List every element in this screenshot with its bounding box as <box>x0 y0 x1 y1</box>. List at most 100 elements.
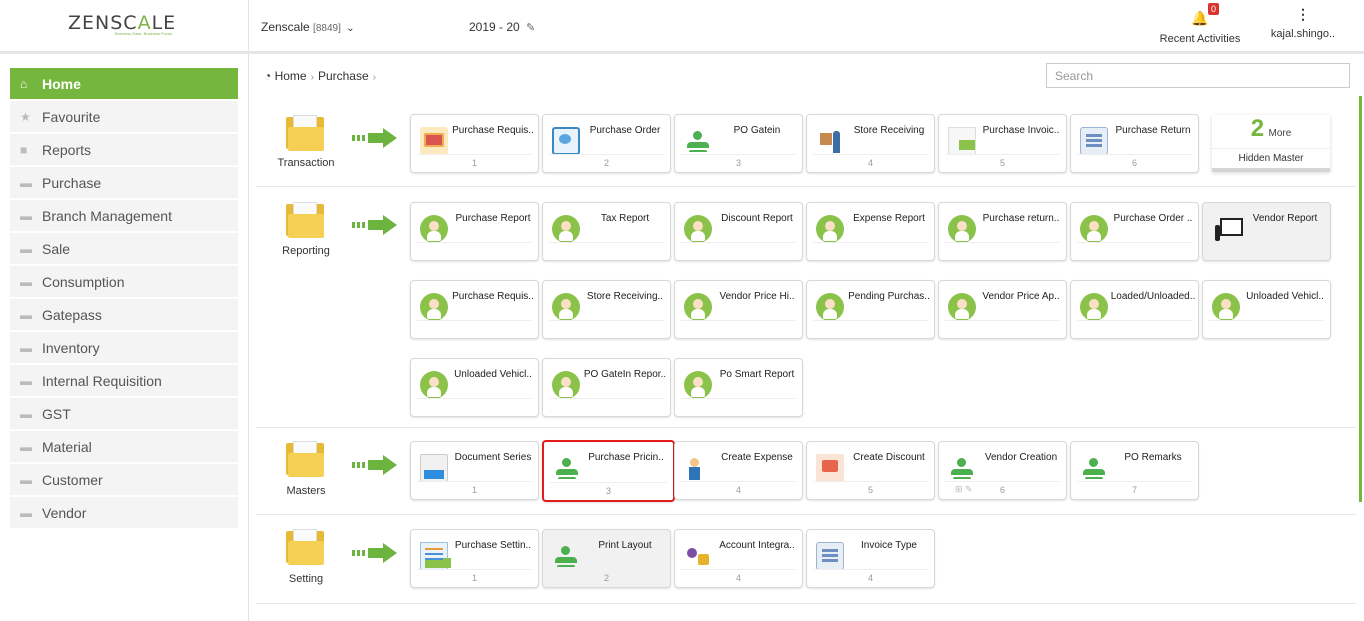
sidebar-item-gatepass[interactable]: ▬ Gatepass <box>10 299 238 331</box>
folder-icon: ▬ <box>20 341 32 355</box>
tile-store-receiving-report[interactable]: Store Receiving.. <box>542 280 671 339</box>
tile-label: Document Series <box>454 452 532 463</box>
sidebar-item-inventory[interactable]: ▬ Inventory <box>10 332 238 364</box>
delivery-icon <box>816 127 844 155</box>
tile-label: Account Integra.. <box>719 540 795 551</box>
sidebar-item-purchase[interactable]: ▬ Purchase <box>10 167 238 199</box>
tile-number: 3 <box>735 158 741 168</box>
section-reporting: Reporting Purchase Report Tax Report Dis… <box>256 188 1356 428</box>
file-icon: ■ <box>20 143 28 157</box>
tile-invoice-type[interactable]: Invoice Type 4 <box>806 529 935 588</box>
sidebar-item-internal-requisition[interactable]: ▬ Internal Requisition <box>10 365 238 397</box>
tile-pending-purchase[interactable]: Pending Purchas.. <box>806 280 935 339</box>
tile-label: Vendor Price Hi.. <box>719 291 795 302</box>
folder-icon: ▬ <box>20 374 32 388</box>
tile-vendor-price-approval[interactable]: Vendor Price Ap.. <box>938 280 1067 339</box>
tile-number: 4 <box>735 485 741 495</box>
scroll-indicator[interactable] <box>1359 96 1362 502</box>
tile-create-discount[interactable]: Create Discount 5 <box>806 441 935 500</box>
tile-create-expense[interactable]: Create Expense 4 <box>674 441 803 500</box>
sidebar-item-home[interactable]: ⌂ Home <box>10 68 238 100</box>
section-transaction: Transaction Purchase Requis.. 1 Purchase … <box>256 103 1356 187</box>
folder-icon: ▬ <box>20 440 32 454</box>
tile-po-gatein[interactable]: PO Gatein 3 <box>674 114 803 173</box>
tile-vendor-creation[interactable]: Vendor Creation ⊞ ✎ 6 <box>938 441 1067 500</box>
tile-po-gatein-report[interactable]: PO GateIn Repor.. <box>542 358 671 417</box>
tile-label: PO Gatein <box>733 125 781 136</box>
tile-label: Purchase Pricin.. <box>588 452 664 463</box>
tile-purchase-settings[interactable]: Purchase Settin.. 1 <box>410 529 539 588</box>
sidebar-item-branch-management[interactable]: ▬ Branch Management <box>10 200 238 232</box>
tile-discount-report[interactable]: Discount Report <box>674 202 803 261</box>
search-input[interactable] <box>1046 63 1350 88</box>
folder-icon: ▬ <box>20 473 32 487</box>
sidebar-item-reports[interactable]: ■ Reports <box>10 134 238 166</box>
tile-tax-report[interactable]: Tax Report <box>542 202 671 261</box>
tile-purchase-return[interactable]: Purchase Return 6 <box>1070 114 1199 173</box>
tile-number: 6 <box>1131 158 1137 168</box>
company-name: Zenscale <box>261 20 310 34</box>
tile-label: Pending Purchas.. <box>848 291 930 302</box>
sidebar-item-label: Purchase <box>42 175 102 191</box>
tile-vendor-report[interactable]: Vendor Report <box>1202 202 1331 261</box>
sidebar-item-label: GST <box>42 406 71 422</box>
sidebar-item-sale[interactable]: ▬ Sale <box>10 233 238 265</box>
folder-icon: ▬ <box>20 407 32 421</box>
tile-purchase-requisition-report[interactable]: Purchase Requis.. <box>410 280 539 339</box>
tile-label: Purchase Requis.. <box>452 291 534 302</box>
tile-label: Unloaded Vehicl.. <box>454 369 532 380</box>
tile-number: 1 <box>471 485 477 495</box>
tile-po-remarks[interactable]: PO Remarks 7 <box>1070 441 1199 500</box>
tile-vendor-price-history[interactable]: Vendor Price Hi.. <box>674 280 803 339</box>
report-icon <box>1080 293 1108 321</box>
company-code: [8849] <box>313 23 341 34</box>
report-icon <box>816 215 844 243</box>
tile-expense-report[interactable]: Expense Report <box>806 202 935 261</box>
tile-number: 1 <box>471 158 477 168</box>
tile-purchase-pricing[interactable]: Purchase Pricin.. 3 <box>542 440 675 502</box>
tile-po-smart-report[interactable]: Po Smart Report <box>674 358 803 417</box>
sidebar-item-favourite[interactable]: ★ Favourite <box>10 101 238 133</box>
company-selector[interactable]: Zenscale [8849] ⌄ <box>261 20 355 34</box>
tile-purchase-report[interactable]: Purchase Report <box>410 202 539 261</box>
user-menu[interactable]: ⋮ kajal.shingo.. <box>1268 7 1338 40</box>
tile-purchase-order[interactable]: Purchase Order 2 <box>542 114 671 173</box>
sidebar-item-consumption[interactable]: ▬ Consumption <box>10 266 238 298</box>
tile-purchase-order-report[interactable]: Purchase Order .. <box>1070 202 1199 261</box>
sidebar-item-label: Vendor <box>42 505 87 521</box>
tile-label: Store Receiving.. <box>586 291 664 302</box>
documents-icon <box>816 542 844 570</box>
tile-store-receiving[interactable]: Store Receiving 4 <box>806 114 935 173</box>
discount-icon <box>816 454 844 482</box>
arrow-right-icon <box>352 543 402 563</box>
tile-label: Purchase Settin.. <box>454 540 532 551</box>
hidden-master-button[interactable]: 2 More Hidden Master <box>1212 115 1330 172</box>
sidebar-item-gst[interactable]: ▬ GST <box>10 398 238 430</box>
settings-list-icon <box>420 542 448 570</box>
tile-unloaded-vehicle[interactable]: Unloaded Vehicl.. <box>1202 280 1331 339</box>
tile-label: Unloaded Vehicl.. <box>1246 291 1324 302</box>
edit-icon[interactable]: ✎ <box>526 22 535 34</box>
tile-loaded-unloaded[interactable]: Loaded/Unloaded.. <box>1070 280 1199 339</box>
integration-icon <box>684 542 712 570</box>
tile-unloaded-vehicle-2[interactable]: Unloaded Vehicl.. <box>410 358 539 417</box>
tile-purchase-return-report[interactable]: Purchase return.. <box>938 202 1067 261</box>
fiscal-year[interactable]: 2019 - 20 ✎ <box>469 20 535 34</box>
recent-activities[interactable]: 🔔 0 Recent Activities <box>1152 3 1248 45</box>
sidebar-item-customer[interactable]: ▬ Customer <box>10 464 238 496</box>
tile-print-layout[interactable]: Print Layout 2 <box>542 529 671 588</box>
sidebar-item-vendor[interactable]: ▬ Vendor <box>10 497 238 529</box>
sidebar-item-label: Inventory <box>42 340 100 356</box>
arrow-right-icon <box>352 128 402 148</box>
tile-account-integration[interactable]: Account Integra.. 4 <box>674 529 803 588</box>
tile-purchase-invoice[interactable]: Purchase Invoic.. 5 <box>938 114 1067 173</box>
report-icon <box>948 215 976 243</box>
tile-document-series[interactable]: Document Series 1 <box>410 441 539 500</box>
document-icon <box>420 454 448 482</box>
sidebar-item-material[interactable]: ▬ Material <box>10 431 238 463</box>
section-label: Transaction <box>277 157 335 169</box>
breadcrumb-home[interactable]: Home <box>275 69 307 83</box>
tile-purchase-requisition[interactable]: Purchase Requis.. 1 <box>410 114 539 173</box>
tile-label: Purchase Report <box>455 213 531 224</box>
logo[interactable]: ZENSCALE Business Ease. Business Focus. <box>0 0 249 51</box>
